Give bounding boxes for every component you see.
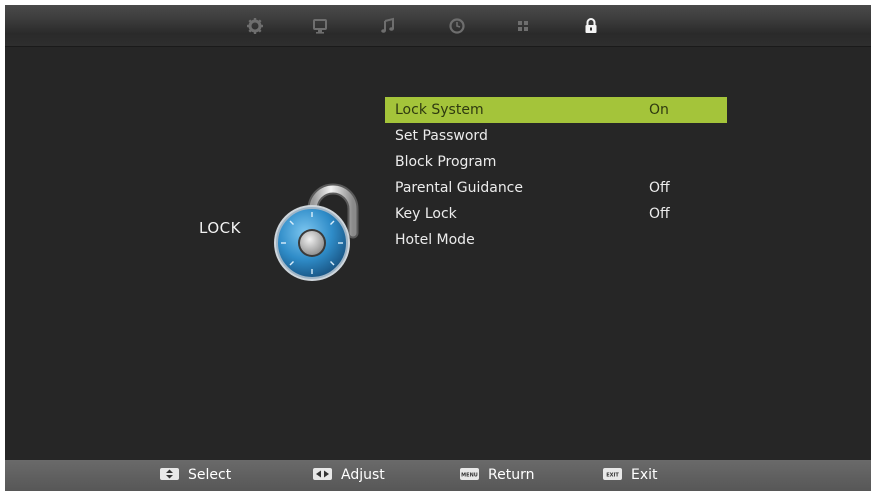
up-down-arrows-icon [160,467,179,480]
sound-music-note-icon[interactable] [378,16,398,36]
picture-monitor-icon[interactable] [310,16,330,36]
combination-lock-icon [267,181,363,291]
menu-item-lock-system[interactable]: Lock System On [385,97,727,123]
lock-padlock-icon[interactable] [581,16,601,36]
menu-item-label: Key Lock [395,206,457,222]
menu-item-key-lock[interactable]: Key Lock Off [385,201,727,227]
menu-item-label: Lock System [395,102,484,118]
menu-item-block-program[interactable]: Block Program [385,149,727,175]
time-clock-icon[interactable] [447,16,467,36]
menu-item-value: On [649,102,669,118]
adjust-hint-label: Adjust [341,467,385,483]
menu-item-label: Block Program [395,154,497,170]
menu-item-label: Set Password [395,128,488,144]
svg-text:MENU: MENU [461,472,478,478]
lock-settings-menu: Lock System On Set Password Block Progra… [385,97,727,253]
menu-item-label: Parental Guidance [395,180,523,196]
menu-item-parental-guidance[interactable]: Parental Guidance Off [385,175,727,201]
menu-item-value: Off [649,206,670,222]
settings-gear-icon[interactable] [245,16,265,36]
exit-hint-label: Exit [631,467,658,483]
menu-item-label: Hotel Mode [395,232,475,248]
return-hint: MENU Return [460,460,534,491]
exit-key-icon: EXIT [603,467,622,480]
channel-grid-icon[interactable] [513,16,533,36]
select-hint: Select [160,460,231,491]
tv-menu-screen: LOCK Lock System On Set Password Block P… [5,5,871,491]
left-right-arrows-icon [313,467,332,480]
select-hint-label: Select [188,467,232,483]
menu-item-hotel-mode[interactable]: Hotel Mode [385,227,727,253]
key-hint-bar: Select Adjust MENU Return EXIT Exit [5,460,871,491]
return-hint-label: Return [488,467,535,483]
exit-hint: EXIT Exit [603,460,658,491]
menu-tab-bar [5,5,871,47]
menu-key-icon: MENU [460,467,479,480]
section-title: LOCK [199,219,241,237]
menu-item-set-password[interactable]: Set Password [385,123,727,149]
svg-text:EXIT: EXIT [606,472,619,478]
adjust-hint: Adjust [313,460,385,491]
menu-item-value: Off [649,180,670,196]
